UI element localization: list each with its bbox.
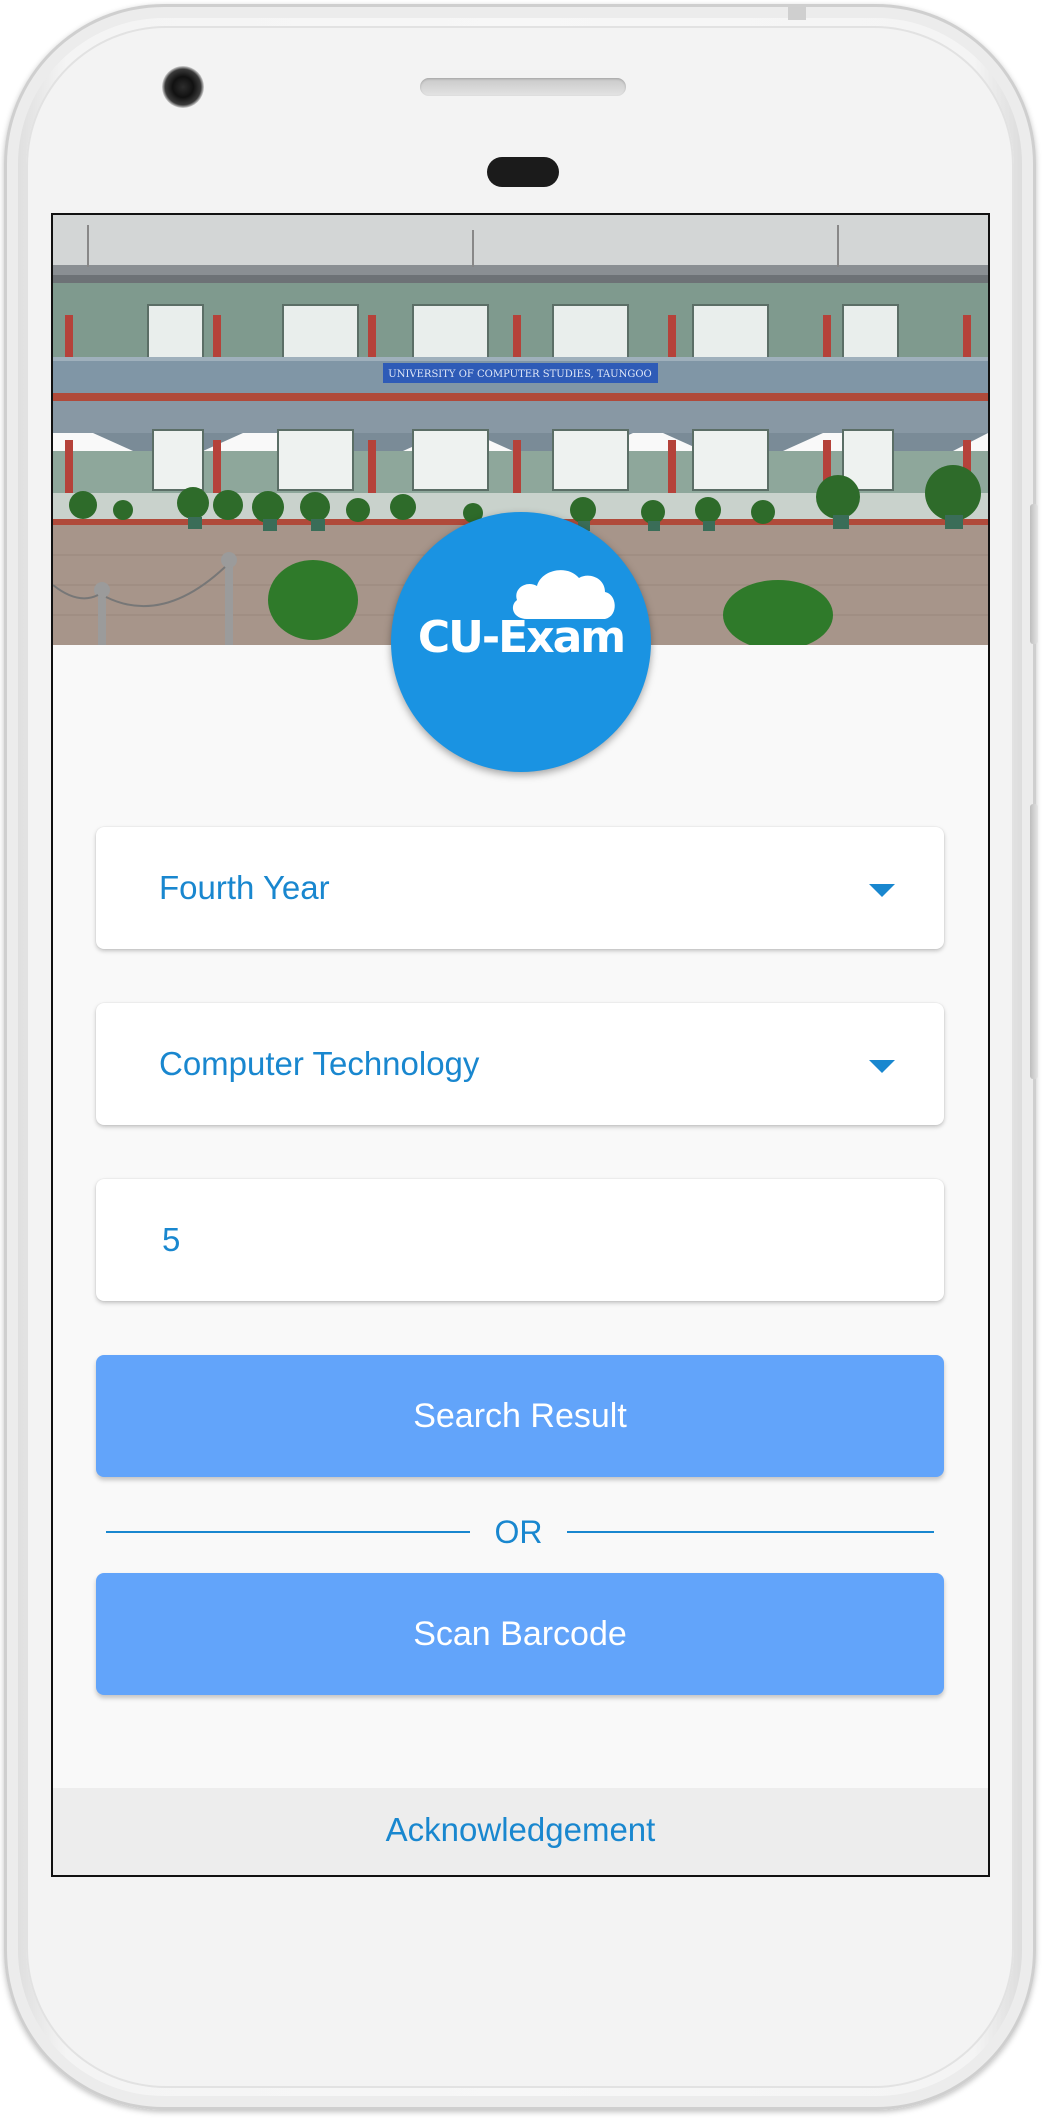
scan-barcode-button[interactable]: Scan Barcode [96, 1573, 944, 1695]
year-select[interactable]: Fourth Year [96, 827, 944, 949]
logo-text: CU-Exam [417, 612, 626, 663]
app-logo: CU-Exam [391, 512, 651, 772]
or-divider: OR [106, 1512, 934, 1552]
proximity-sensor [487, 157, 559, 187]
caret-down-icon [869, 1060, 895, 1073]
university-sign: UNIVERSITY OF COMPUTER STUDIES, TAUNGOO [388, 369, 651, 380]
divider-line [567, 1531, 934, 1533]
footer-bar: Acknowledgement [53, 1788, 988, 1875]
volume-button [1030, 804, 1038, 1079]
caret-down-icon [869, 884, 895, 897]
year-select-value: Fourth Year [159, 869, 330, 906]
major-select-value: Computer Technology [159, 1045, 480, 1082]
major-select[interactable]: Computer Technology [96, 1003, 944, 1125]
earpiece-speaker [420, 78, 626, 96]
front-camera [162, 66, 204, 108]
roll-number-input[interactable]: 5 [96, 1179, 944, 1301]
search-result-button[interactable]: Search Result [96, 1355, 944, 1477]
phone-top-tab [788, 4, 806, 20]
app-screen: UNIVERSITY OF COMPUTER STUDIES, TAUNGOO [51, 213, 990, 1877]
roll-number-value: 5 [162, 1221, 181, 1258]
acknowledgement-link[interactable]: Acknowledgement [386, 1811, 656, 1848]
divider-text: OR [494, 1514, 543, 1550]
divider-line [106, 1531, 470, 1533]
power-button [1030, 504, 1038, 644]
